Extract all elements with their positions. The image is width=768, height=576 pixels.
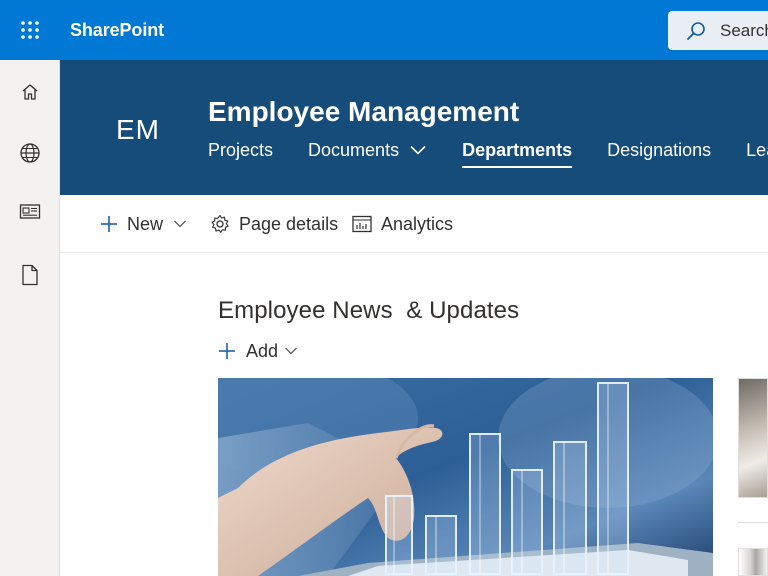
plus-icon: [219, 343, 235, 359]
search-icon: [687, 21, 705, 40]
analytics-label: Analytics: [381, 213, 454, 234]
rail-item-files[interactable]: [0, 255, 60, 295]
page-details-button[interactable]: Page details: [210, 212, 338, 236]
site-logo[interactable]: EM: [116, 114, 160, 146]
search-label: Search: [720, 20, 768, 40]
news-card-image[interactable]: [738, 548, 768, 576]
gear-icon: [211, 214, 229, 233]
site-title[interactable]: Employee Management: [208, 96, 519, 128]
news-section-title: Employee News & Updates: [218, 297, 520, 324]
home-icon: [22, 84, 38, 100]
app-name[interactable]: SharePoint: [70, 20, 164, 41]
rail-item-home[interactable]: [0, 72, 60, 112]
nav-label: Documents: [308, 140, 400, 160]
news-icon: [19, 204, 41, 219]
site-header: EM Employee Management Projects Document…: [60, 60, 768, 195]
search-box[interactable]: Search: [668, 11, 768, 50]
document-icon: [22, 264, 38, 286]
news-hero-illustration: [218, 378, 713, 576]
analytics-button[interactable]: Analytics: [352, 212, 453, 236]
chevron-down-icon: [174, 220, 186, 228]
add-label: Add: [246, 340, 279, 361]
waffle-icon: [21, 21, 39, 39]
nav-leave[interactable]: Leave: [746, 140, 768, 170]
page-details-label: Page details: [239, 213, 339, 234]
suite-bar: SharePoint Search: [0, 0, 768, 60]
nav-label: Departments: [462, 140, 573, 160]
app-launcher-button[interactable]: [0, 0, 60, 60]
new-label: New: [127, 213, 164, 234]
analytics-icon: [352, 215, 372, 233]
nav-label: Projects: [208, 140, 274, 160]
rail-item-news[interactable]: [0, 192, 60, 232]
nav-designations[interactable]: Designations: [607, 140, 711, 170]
globe-icon: [20, 143, 40, 163]
chevron-down-icon: [410, 145, 426, 155]
divider: [738, 522, 768, 523]
rail-item-sites[interactable]: [0, 133, 60, 173]
nav-label: Designations: [607, 140, 712, 160]
news-card-image[interactable]: [738, 378, 768, 498]
news-hero-image[interactable]: [218, 378, 713, 576]
new-button[interactable]: New: [100, 212, 187, 236]
chevron-down-icon: [285, 347, 297, 355]
command-bar: New Page details Analytics: [60, 195, 768, 253]
plus-icon: [101, 216, 117, 232]
nav-label: Leave: [746, 140, 768, 160]
nav-departments[interactable]: Departments: [462, 140, 573, 170]
add-news-button[interactable]: Add: [218, 339, 298, 363]
nav-projects[interactable]: Projects: [208, 140, 273, 170]
nav-documents[interactable]: Documents: [308, 140, 427, 170]
site-navigation: Projects Documents Departments Designati…: [208, 140, 768, 170]
left-rail: [0, 60, 60, 576]
